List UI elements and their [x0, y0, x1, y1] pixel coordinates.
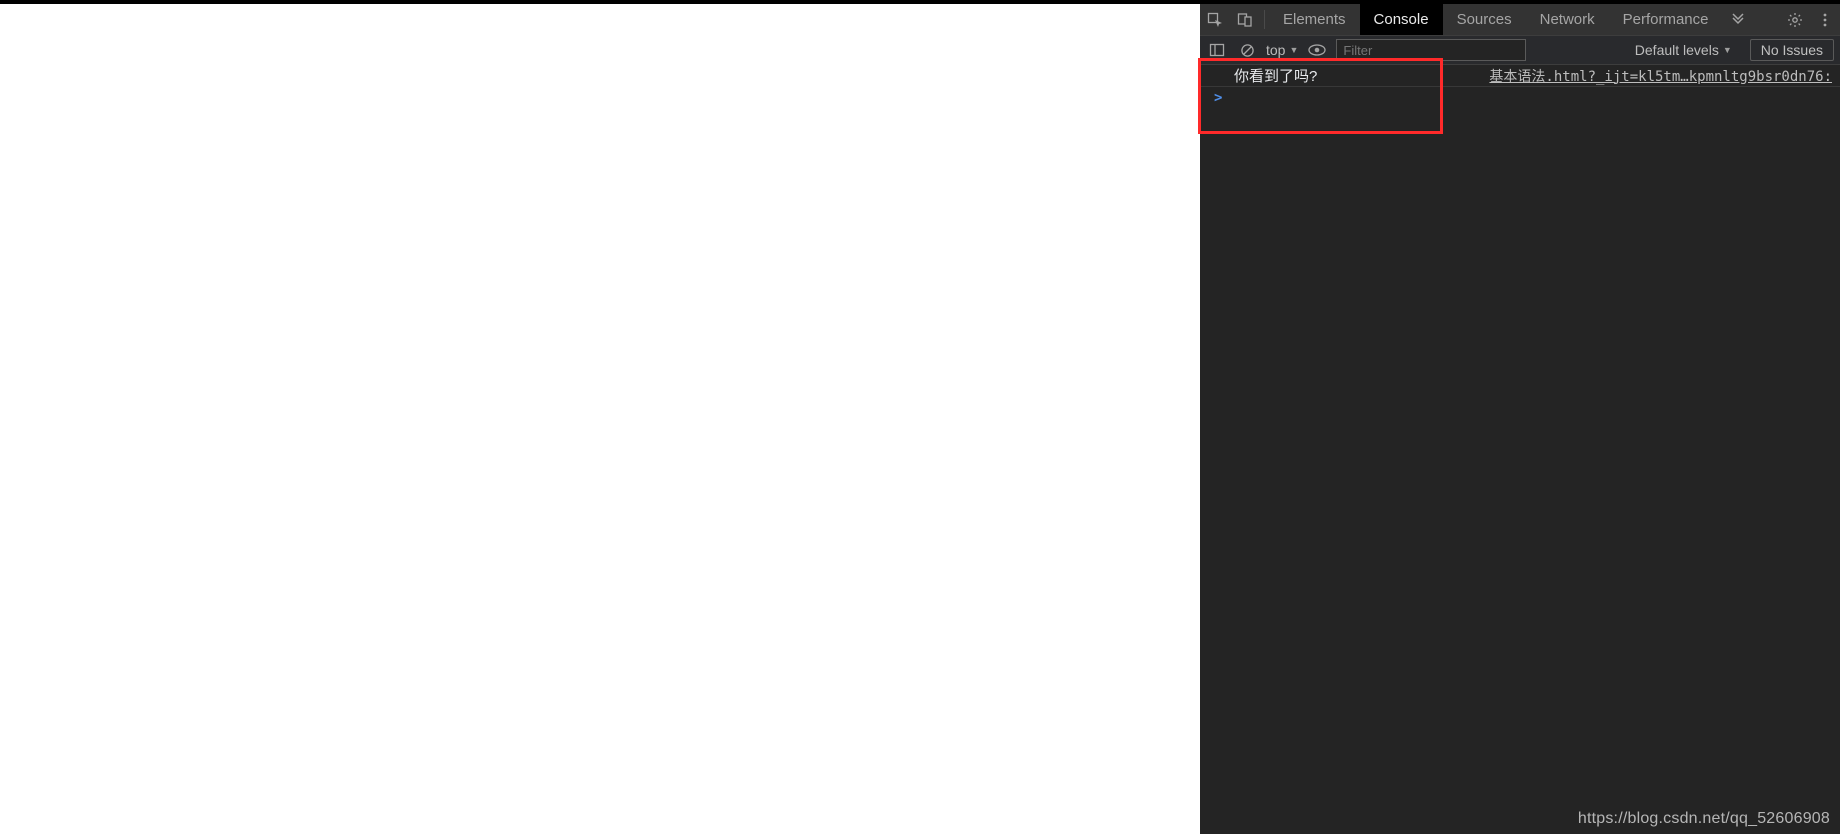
dropdown-icon: ▼: [1289, 45, 1298, 55]
rendered-page: [0, 4, 1200, 834]
tab-performance[interactable]: Performance: [1609, 4, 1723, 35]
filter-input[interactable]: [1336, 39, 1526, 61]
tab-elements[interactable]: Elements: [1269, 4, 1360, 35]
inspect-icon[interactable]: [1200, 4, 1230, 35]
issues-button[interactable]: No Issues: [1750, 39, 1834, 61]
tab-console[interactable]: Console: [1360, 4, 1443, 35]
console-toolbar: top ▼ Default levels ▼ No Issues: [1200, 36, 1840, 65]
tab-sources[interactable]: Sources: [1443, 4, 1526, 35]
log-levels[interactable]: Default levels ▼: [1635, 42, 1732, 58]
execution-context[interactable]: top ▼: [1266, 42, 1298, 58]
log-message: 你看到了吗?: [1234, 65, 1317, 86]
console-prompt[interactable]: >: [1200, 87, 1840, 109]
clear-console-icon[interactable]: [1236, 39, 1258, 61]
console-output: 你看到了吗? 基本语法.html?_ijt=kl5tm…kpmnltg9bsr0…: [1200, 65, 1840, 834]
prompt-chevron-icon: >: [1214, 90, 1222, 106]
devtools-panel: Elements Console Sources Network Perform…: [1200, 4, 1840, 834]
log-source-link[interactable]: 基本语法.html?_ijt=kl5tm…kpmnltg9bsr0dn76:: [1489, 66, 1832, 86]
main-area: Elements Console Sources Network Perform…: [0, 4, 1840, 834]
device-toggle-icon[interactable]: [1230, 4, 1260, 35]
context-label: top: [1266, 42, 1285, 58]
levels-label: Default levels: [1635, 42, 1719, 58]
sidebar-toggle-icon[interactable]: [1206, 39, 1228, 61]
more-options-icon[interactable]: [1810, 4, 1840, 35]
console-log-row: 你看到了吗? 基本语法.html?_ijt=kl5tm…kpmnltg9bsr0…: [1200, 65, 1840, 87]
tab-network[interactable]: Network: [1526, 4, 1609, 35]
devtools-tabs: Elements Console Sources Network Perform…: [1200, 4, 1840, 36]
settings-icon[interactable]: [1780, 4, 1810, 35]
tab-separator: [1264, 10, 1265, 29]
live-expression-icon[interactable]: [1306, 39, 1328, 61]
more-tabs-icon[interactable]: [1723, 4, 1753, 35]
dropdown-icon: ▼: [1723, 45, 1732, 55]
